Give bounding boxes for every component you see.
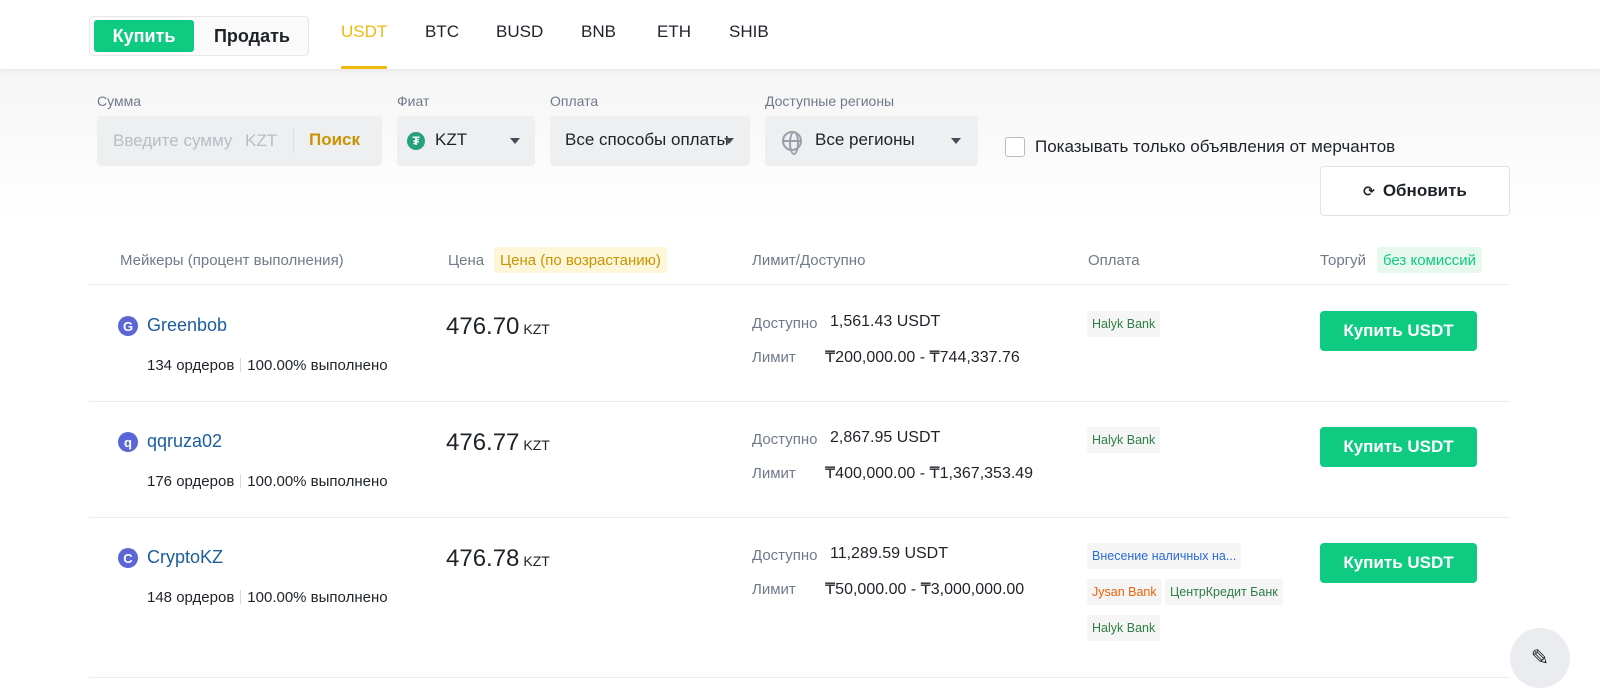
search-button[interactable]: Поиск: [309, 130, 360, 150]
price-value: 476.77: [446, 429, 520, 456]
buy-usdt-button[interactable]: Купить USDT: [1320, 427, 1477, 467]
limit-label: Лимит: [752, 465, 796, 482]
header-limit: Лимит/Доступно: [752, 252, 866, 269]
amount-label: Сумма: [97, 93, 141, 109]
merchant-stats: 148 ордеров 100.00% выполнено: [147, 589, 388, 606]
fiat-value: KZT: [435, 130, 468, 149]
payment-tag: Halyk Bank: [1087, 615, 1161, 641]
orders-count: 148 ордеров: [147, 589, 235, 606]
payment-tag: ЦентрКредит Банк: [1165, 579, 1283, 605]
merchant-name[interactable]: CryptoKZ: [147, 547, 223, 568]
avatar: G: [118, 316, 138, 336]
globe-icon: [782, 131, 802, 155]
available-value: 11,289.59 USDT: [830, 545, 948, 562]
payment-tag: Внесение наличных на...: [1087, 543, 1242, 569]
top-bar: Купить Продать USDT BTC BUSD BNB ETH SHI…: [0, 0, 1600, 69]
avatar: C: [118, 548, 138, 568]
price-value: 476.70: [446, 313, 520, 340]
sell-toggle-button[interactable]: Продать: [198, 20, 306, 52]
merchant-name[interactable]: qqruza02: [147, 431, 222, 452]
tab-busd[interactable]: BUSD: [496, 22, 543, 69]
tab-usdt[interactable]: USDT: [341, 22, 388, 69]
regions-value: Все регионы: [815, 130, 915, 149]
payment-value: Все способы оплаты: [565, 130, 729, 149]
merchant-only-label[interactable]: Показывать только объявления от мерчанто…: [1035, 137, 1395, 157]
refresh-label: Обновить: [1382, 181, 1467, 200]
table-row: G Greenbob 134 ордеров 100.00% выполнено …: [89, 285, 1510, 401]
regions-label: Доступные регионы: [765, 93, 895, 109]
regions-select[interactable]: Все регионы: [765, 116, 978, 166]
buy-usdt-button[interactable]: Купить USDT: [1320, 311, 1477, 351]
price: 476.70 KZT: [446, 313, 550, 341]
completion-rate: 100.00% выполнено: [247, 473, 388, 490]
payment-select[interactable]: Все способы оплаты: [550, 116, 750, 166]
amount-currency: KZT: [245, 131, 278, 150]
price-currency: KZT: [523, 553, 550, 569]
tab-bnb[interactable]: BNB: [581, 22, 616, 69]
price-sort-tag[interactable]: Цена (по возрастанию): [494, 247, 667, 273]
payment-label: Оплата: [550, 93, 599, 109]
fiat-label: Фиат: [397, 93, 430, 109]
amount-field[interactable]: Введите сумму KZT Поиск: [97, 116, 382, 166]
refresh-button[interactable]: ⟳ Обновить: [1320, 166, 1510, 216]
orders-count: 134 ордеров: [147, 357, 235, 374]
price: 476.78 KZT: [446, 545, 550, 573]
available-value: 2,867.95 USDT: [830, 429, 941, 446]
limit-label: Лимит: [752, 349, 796, 366]
fiat-select[interactable]: ₮ KZT: [397, 116, 535, 166]
payment-tag: Halyk Bank: [1087, 427, 1161, 453]
limit-value: ₸50,000.00 - ₸3,000,000.00: [825, 581, 1025, 598]
limit-value: ₸200,000.00 - ₸744,337.76: [825, 349, 1020, 366]
buy-sell-toggle: Купить Продать: [89, 16, 309, 56]
merchant-stats: 134 ордеров 100.00% выполнено: [147, 357, 388, 374]
available-label: Доступно: [752, 431, 818, 448]
completion-rate: 100.00% выполнено: [247, 589, 388, 606]
edit-icon[interactable]: ✎: [1510, 628, 1570, 688]
buy-toggle-button[interactable]: Купить: [94, 20, 194, 52]
price-currency: KZT: [523, 321, 550, 337]
row-divider: [89, 677, 1510, 678]
header-trade: Торгуй: [1320, 252, 1367, 269]
chevron-down-icon: [951, 138, 961, 144]
merchant-only-checkbox[interactable]: [1005, 137, 1025, 157]
payment-tag: Halyk Bank: [1087, 311, 1161, 337]
header-price: Цена: [448, 252, 485, 269]
price: 476.77 KZT: [446, 429, 550, 457]
orders-count: 176 ордеров: [147, 473, 235, 490]
tab-btc[interactable]: BTC: [425, 22, 459, 69]
chevron-down-icon: [510, 138, 520, 144]
merchant-stats: 176 ордеров 100.00% выполнено: [147, 473, 388, 490]
amount-divider: [293, 128, 294, 154]
header-payment: Оплата: [1088, 252, 1140, 269]
available-label: Доступно: [752, 547, 818, 564]
amount-input[interactable]: Введите сумму: [113, 131, 233, 151]
avatar: q: [118, 432, 138, 452]
buy-usdt-button[interactable]: Купить USDT: [1320, 543, 1477, 583]
payment-tag: Jysan Bank: [1087, 579, 1162, 605]
table-row: C CryptoKZ 148 ордеров 100.00% выполнено …: [89, 518, 1510, 678]
price-value: 476.78: [446, 545, 520, 572]
header-makers: Мейкеры (процент выполнения): [120, 252, 344, 269]
tether-icon: ₮: [407, 132, 425, 150]
zero-fee-tag: без комиссий: [1377, 247, 1483, 273]
limit-value: ₸400,000.00 - ₸1,367,353.49: [825, 465, 1034, 482]
available-value: 1,561.43 USDT: [830, 313, 941, 330]
merchant-name[interactable]: Greenbob: [147, 315, 227, 336]
refresh-icon: ⟳: [1363, 182, 1375, 199]
chevron-down-icon: [724, 138, 734, 144]
table-row: q qqruza02 176 ордеров 100.00% выполнено …: [89, 402, 1510, 518]
tab-shib[interactable]: SHIB: [729, 22, 769, 69]
tab-eth[interactable]: ETH: [657, 22, 691, 69]
completion-rate: 100.00% выполнено: [247, 357, 388, 374]
price-currency: KZT: [523, 437, 550, 453]
limit-label: Лимит: [752, 581, 796, 598]
available-label: Доступно: [752, 315, 818, 332]
